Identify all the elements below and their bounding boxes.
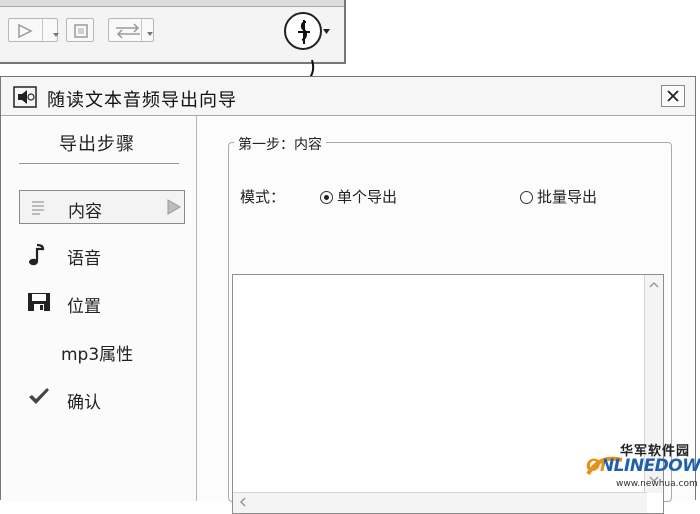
swap-dropdown-button[interactable] [141, 19, 153, 41]
chevron-down-icon [147, 32, 153, 36]
steps-title: 导出步骤 [59, 134, 135, 155]
watermark-url: www.newhua.com [616, 479, 698, 489]
steps-divider [19, 163, 179, 164]
play-icon [18, 23, 33, 39]
steps-pane: 导出步骤 内容 语音 位置 mp3属性 确认 [1, 116, 197, 501]
radio-button-selected[interactable] [320, 191, 333, 204]
radio-button[interactable] [520, 191, 533, 204]
dialog-titlebar[interactable]: 随读文本音频导出向导 [1, 77, 695, 116]
chevron-down-icon[interactable] [323, 28, 331, 36]
group-title: 第一步：内容 [234, 134, 326, 154]
toolbar-panel [0, 0, 346, 64]
stop-icon [74, 24, 88, 38]
step-label-confirm: 确认 [67, 393, 101, 413]
speaker-icon [13, 86, 37, 108]
chevron-down-icon [53, 33, 59, 37]
step-item-voice[interactable]: 语音 [19, 238, 185, 272]
close-icon [667, 90, 679, 102]
swap-arrows-icon [116, 23, 140, 39]
dialog-title: 随读文本音频导出向导 [47, 90, 237, 111]
step-label-voice: 语音 [67, 249, 101, 269]
close-button[interactable] [661, 85, 685, 107]
radio-batch-export[interactable]: 批量导出 [520, 186, 597, 207]
step-item-location[interactable]: 位置 [19, 286, 185, 320]
step-item-confirm[interactable]: 确认 [19, 382, 185, 416]
site-watermark: 华军软件园 ONLINEDOWN www.newhua.com [586, 440, 700, 498]
play-button[interactable] [8, 18, 59, 42]
caret-right-icon [167, 199, 181, 215]
scroll-left-icon[interactable] [239, 497, 247, 507]
radio-label-single: 单个导出 [337, 188, 398, 206]
play-dropdown-button[interactable] [42, 19, 59, 41]
music-note-icon [29, 243, 45, 266]
step-item-mp3-properties[interactable]: mp3属性 [19, 334, 185, 368]
watermark-en: ONLINEDOWN [586, 456, 700, 476]
stop-button[interactable] [66, 18, 94, 42]
document-icon [32, 201, 44, 215]
export-audio-icon [298, 20, 310, 44]
radio-label-batch: 批量导出 [537, 188, 598, 206]
swap-button[interactable] [108, 18, 154, 42]
radio-single-export[interactable]: 单个导出 [320, 186, 397, 207]
horizontal-scrollbar[interactable] [233, 492, 647, 513]
step-label-content: 内容 [68, 202, 102, 222]
step-item-content[interactable]: 内容 [19, 190, 185, 224]
scroll-up-icon[interactable] [649, 281, 659, 289]
step-label-location: 位置 [67, 297, 101, 317]
checkmark-icon [29, 388, 49, 404]
toolbar-top-strip [0, 0, 344, 7]
mode-label: 模式： [240, 188, 286, 206]
step-label-mp3: mp3属性 [61, 345, 134, 365]
export-wizard-dialog: 随读文本音频导出向导 导出步骤 内容 语音 位置 mp3属性 确认 第一步：内容… [0, 76, 696, 514]
floppy-disk-icon [28, 293, 50, 311]
export-audio-button[interactable] [284, 12, 322, 50]
